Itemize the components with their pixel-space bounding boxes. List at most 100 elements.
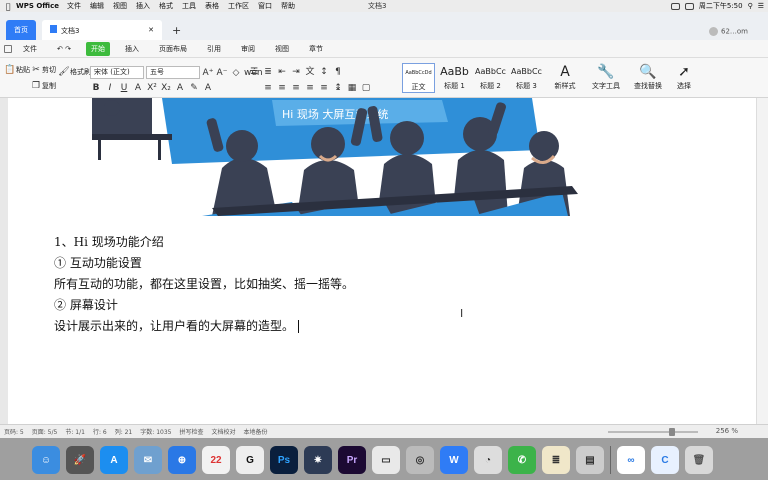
- baidu-netdisk-icon[interactable]: ∞: [617, 446, 645, 474]
- keynote-icon[interactable]: ▭: [372, 446, 400, 474]
- status-page[interactable]: 页码: 5: [4, 427, 24, 436]
- status-backup[interactable]: 本地备份: [244, 427, 268, 436]
- chrome-icon[interactable]: ◎: [406, 446, 434, 474]
- zoom-slider-handle[interactable]: [669, 428, 675, 436]
- document-page[interactable]: Hi 现场 大屏互动系统 1、Hi 现场功能介绍 ① 互动功能设置 所有互动的功…: [8, 98, 756, 424]
- font-color-icon[interactable]: A: [174, 82, 186, 94]
- activity-monitor-icon[interactable]: ▤: [576, 446, 604, 474]
- app-store-icon[interactable]: A: [100, 446, 128, 474]
- menu-workspace[interactable]: 工作区: [228, 1, 249, 11]
- select-button[interactable]: ➚ 选择: [664, 64, 704, 91]
- style-heading-3[interactable]: AaBbCc 标题 3: [510, 63, 543, 93]
- borders-icon[interactable]: ▢: [360, 82, 372, 94]
- tab-document[interactable]: 文档3 ✕: [42, 20, 162, 40]
- style-heading-1[interactable]: AaBb 标题 1: [438, 63, 471, 93]
- line-spacing-icon[interactable]: ↨: [332, 82, 344, 94]
- document-body[interactable]: 1、Hi 现场功能介绍 ① 互动功能设置 所有互动的功能，都在这里设置，比如抽奖…: [54, 232, 354, 337]
- strikethrough-icon[interactable]: A: [132, 82, 144, 94]
- menu-view[interactable]: 视图: [113, 1, 127, 11]
- wps-icon[interactable]: W: [440, 446, 468, 474]
- menu-grid-icon[interactable]: [4, 44, 12, 53]
- menu-help[interactable]: 帮助: [281, 1, 295, 11]
- app-menu[interactable]: WPS Office: [16, 2, 59, 10]
- list-icon[interactable]: ☰: [758, 2, 764, 10]
- align-center-icon[interactable]: ≡: [276, 82, 288, 94]
- status-spell[interactable]: 拼写检查: [179, 427, 203, 436]
- vertical-scrollbar[interactable]: [756, 98, 768, 424]
- safari-icon[interactable]: ⊕: [168, 446, 196, 474]
- ribbon-tab-layout[interactable]: 页面布局: [154, 42, 192, 56]
- superscript-icon[interactable]: X²: [146, 82, 158, 94]
- bold-icon[interactable]: B: [90, 82, 102, 94]
- font-size-select[interactable]: 五号: [146, 66, 200, 79]
- downloader-icon[interactable]: C: [651, 446, 679, 474]
- italic-icon[interactable]: I: [104, 82, 116, 94]
- new-tab-button[interactable]: +: [162, 20, 191, 40]
- account-area[interactable]: 62…om: [708, 27, 748, 36]
- copy-button[interactable]: ❐ 复制: [30, 80, 56, 92]
- status-words[interactable]: 字数: 1035: [140, 427, 171, 436]
- battery-icon[interactable]: [684, 2, 694, 10]
- status-doc-check[interactable]: 文档校对: [211, 427, 235, 436]
- preview-icon[interactable]: ✉: [134, 446, 162, 474]
- status-section[interactable]: 节: 1/1: [65, 427, 85, 436]
- chinese-layout-icon[interactable]: 文: [304, 66, 316, 78]
- menubar-clock[interactable]: 周二下午5:50: [699, 1, 743, 11]
- grow-font-icon[interactable]: A⁺: [202, 67, 214, 79]
- align-left-icon[interactable]: ≡: [262, 82, 274, 94]
- menu-insert[interactable]: 插入: [136, 1, 150, 11]
- justify-icon[interactable]: ≡: [304, 82, 316, 94]
- zoom-slider[interactable]: [608, 431, 698, 433]
- gif-app-icon[interactable]: G: [236, 446, 264, 474]
- font-name-select[interactable]: 宋体 (正文): [90, 66, 144, 79]
- underline-icon[interactable]: U: [118, 82, 130, 94]
- shading-icon[interactable]: ▦: [346, 82, 358, 94]
- ribbon-tab-chapter[interactable]: 章节: [304, 42, 328, 56]
- char-border-icon[interactable]: A: [202, 82, 214, 94]
- premiere-icon[interactable]: Pr: [338, 446, 366, 474]
- undo-icon[interactable]: ↶ ↷: [52, 43, 76, 55]
- photoshop-icon[interactable]: Ps: [270, 446, 298, 474]
- menu-file[interactable]: 文件: [67, 1, 81, 11]
- align-right-icon[interactable]: ≡: [290, 82, 302, 94]
- find-replace-button[interactable]: 🔍 查找替换: [628, 64, 668, 91]
- indent-icon[interactable]: ⇥: [290, 66, 302, 78]
- subscript-icon[interactable]: X₂: [160, 82, 172, 94]
- highlight-icon[interactable]: ✎: [188, 82, 200, 94]
- menu-tools[interactable]: 工具: [182, 1, 196, 11]
- menu-table[interactable]: 表格: [205, 1, 219, 11]
- trash-icon[interactable]: 🗑: [685, 446, 713, 474]
- zoom-level[interactable]: 256 %: [716, 427, 738, 435]
- shrink-font-icon[interactable]: A⁻: [216, 67, 228, 79]
- bullet-list-icon[interactable]: ☰: [248, 66, 260, 78]
- speech-bubble-icon[interactable]: ◔: [474, 446, 502, 474]
- show-marks-icon[interactable]: ¶: [332, 66, 344, 78]
- menu-edit[interactable]: 编辑: [90, 1, 104, 11]
- xmind-icon[interactable]: ✷: [304, 446, 332, 474]
- tab-home[interactable]: 首页: [6, 20, 36, 40]
- ribbon-tab-file[interactable]: 文件: [18, 42, 42, 56]
- outdent-icon[interactable]: ⇤: [276, 66, 288, 78]
- calendar-icon[interactable]: 22: [202, 446, 230, 474]
- ribbon-tab-review[interactable]: 审阅: [236, 42, 260, 56]
- new-style-button[interactable]: A 新样式: [545, 64, 585, 91]
- launchpad-icon[interactable]: 🚀: [66, 446, 94, 474]
- finder-icon[interactable]: ☺: [32, 446, 60, 474]
- cut-button[interactable]: ✂ 剪切: [30, 64, 56, 76]
- search-icon[interactable]: ⚲: [748, 2, 753, 10]
- sort-icon[interactable]: ↕: [318, 66, 330, 78]
- wifi-icon[interactable]: [670, 2, 680, 10]
- menu-window[interactable]: 窗口: [258, 1, 272, 11]
- ribbon-tab-references[interactable]: 引用: [202, 42, 226, 56]
- status-pages[interactable]: 页面: 5/5: [32, 427, 58, 436]
- numbered-list-icon[interactable]: ≣: [262, 66, 274, 78]
- text-tools-button[interactable]: 🔧 文字工具: [586, 64, 626, 91]
- notes-icon[interactable]: ≣: [542, 446, 570, 474]
- apple-icon[interactable]: : [0, 2, 16, 11]
- close-tab-icon[interactable]: ✕: [148, 26, 154, 34]
- style-normal[interactable]: AaBbCcDd 正文: [402, 63, 435, 93]
- ribbon-tab-insert[interactable]: 插入: [120, 42, 144, 56]
- style-heading-2[interactable]: AaBbCc 标题 2: [474, 63, 507, 93]
- ribbon-tab-view[interactable]: 视图: [270, 42, 294, 56]
- paste-button[interactable]: 📋粘贴: [4, 64, 30, 76]
